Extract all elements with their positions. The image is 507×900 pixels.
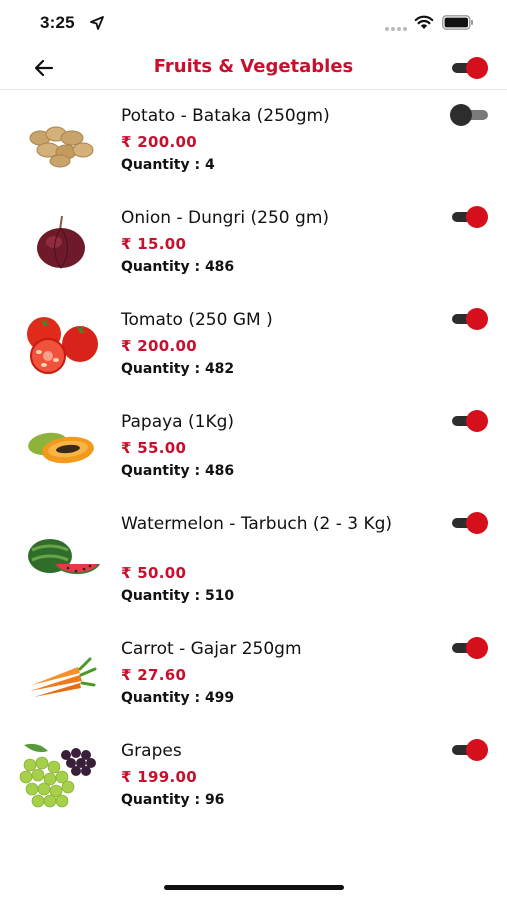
product-quantity: Quantity : 482	[121, 361, 235, 377]
product-price: ₹ 55.00	[121, 439, 187, 457]
home-indicator[interactable]	[164, 885, 344, 890]
product-quantity: Quantity : 510	[121, 588, 235, 604]
product-name: Potato - Bataka (250gm)	[121, 106, 330, 126]
master-toggle[interactable]	[450, 56, 490, 80]
product-toggle[interactable]	[450, 205, 490, 229]
product-quantity: Quantity : 96	[121, 792, 225, 808]
product-quantity: Quantity : 486	[121, 259, 235, 275]
tomato-image	[27, 317, 98, 374]
product-toggle[interactable]	[450, 636, 490, 660]
onion-image	[37, 215, 85, 269]
product-price: ₹ 27.60	[121, 666, 187, 684]
carrot-image	[30, 657, 97, 697]
product-toggle[interactable]	[450, 307, 490, 331]
header: Fruits & Vegetables	[0, 46, 507, 90]
product-price: ₹ 200.00	[121, 133, 197, 151]
location-arrow-icon	[90, 16, 104, 30]
product-toggle[interactable]	[450, 103, 490, 127]
signal-icon	[385, 27, 407, 31]
product-name: Tomato (250 GM )	[121, 310, 273, 330]
product-quantity: Quantity : 499	[121, 690, 235, 706]
product-name: Grapes	[121, 741, 182, 761]
grapes-image	[18, 741, 104, 811]
product-name: Watermelon - Tarbuch (2 - 3 Kg)	[121, 514, 393, 534]
papaya-image	[28, 432, 94, 464]
potato-image	[29, 126, 94, 168]
wifi-icon	[414, 15, 434, 29]
product-toggle[interactable]	[450, 409, 490, 433]
product-price: ₹ 50.00	[121, 564, 187, 582]
product-price: ₹ 200.00	[121, 337, 197, 355]
product-name: Onion - Dungri (250 gm)	[121, 208, 330, 228]
product-toggle[interactable]	[450, 738, 490, 762]
product-quantity: Quantity : 4	[121, 157, 215, 173]
page-title: Fruits & Vegetables	[153, 56, 354, 77]
product-name: Carrot - Gajar 250gm	[121, 639, 302, 659]
status-bar: 3:25	[0, 0, 507, 46]
watermelon-image	[28, 539, 100, 575]
product-toggle[interactable]	[450, 511, 490, 535]
product-name: Papaya (1Kg)	[121, 412, 235, 432]
product-price: ₹ 199.00	[121, 768, 197, 786]
status-time: 3:25	[40, 13, 75, 32]
product-price: ₹ 15.00	[121, 235, 187, 253]
battery-icon	[442, 15, 473, 30]
product-quantity: Quantity : 486	[121, 463, 235, 479]
